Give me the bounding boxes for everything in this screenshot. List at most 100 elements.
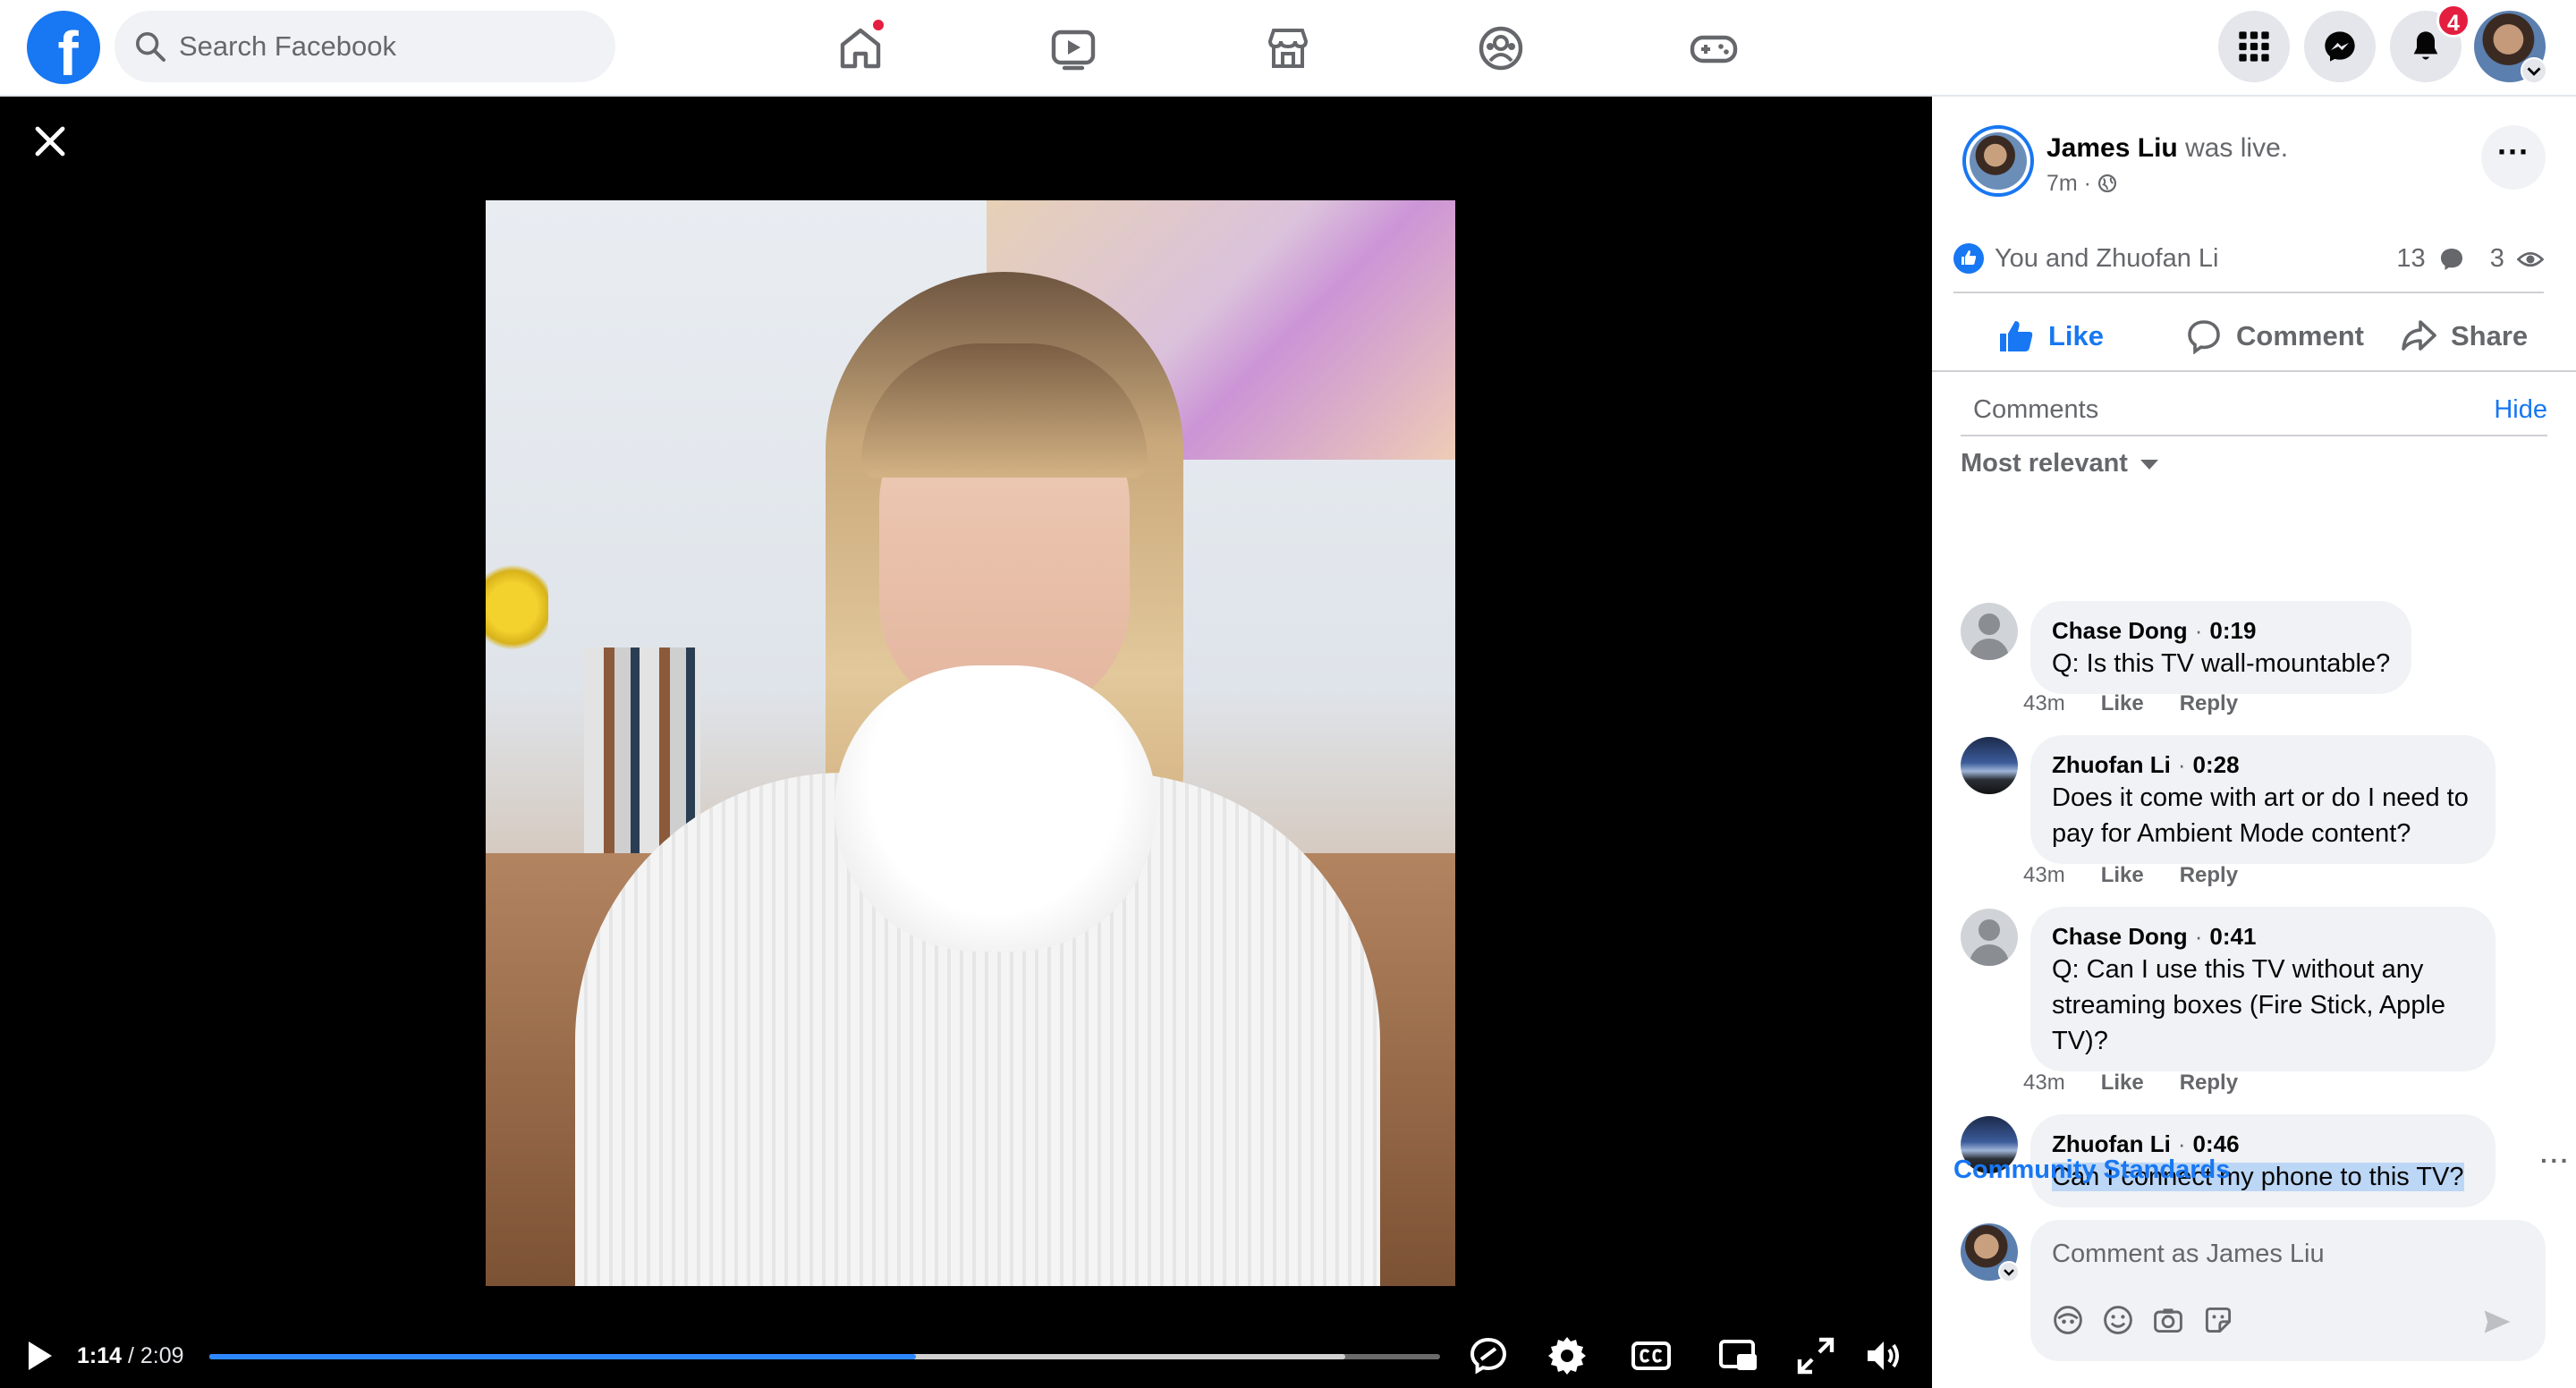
- groups-nav-button[interactable]: [1474, 21, 1528, 75]
- fullscreen-icon: [1797, 1337, 1835, 1375]
- notification-badge: 4: [2436, 4, 2470, 38]
- thumbs-up-icon: [2000, 321, 2033, 351]
- hide-comments-link[interactable]: Hide: [2494, 392, 2547, 427]
- share-icon: [2402, 320, 2436, 351]
- divider: [1932, 370, 2576, 372]
- volume-icon: [1868, 1341, 1899, 1370]
- view-count: 3: [2489, 244, 2504, 273]
- comment-text: Q: Can I use this TV without any streami…: [2052, 955, 2446, 1055]
- watch-icon: [1051, 30, 1096, 71]
- volume-button[interactable]: [1862, 1334, 1905, 1377]
- author-name[interactable]: James Liu: [2046, 133, 2178, 163]
- comment-like-link[interactable]: Like: [2101, 863, 2144, 887]
- comment-bubble: Chase Dong · 0:19 Q: Is this TV wall-mount…: [2030, 601, 2412, 694]
- chevron-down-icon: [2521, 57, 2547, 84]
- groups-icon: [1479, 26, 1523, 71]
- search-placeholder: Search Facebook: [179, 30, 396, 62]
- bell-icon: [2413, 31, 2438, 60]
- sticker-icon[interactable]: [2202, 1304, 2234, 1336]
- comment-like-link[interactable]: Like: [2101, 1071, 2144, 1095]
- live-chat-button[interactable]: [1467, 1334, 1510, 1377]
- comments-list[interactable]: Chase Dong · 0:19 Q: Is this TV wall-mount…: [1932, 488, 2576, 1240]
- comment-sort-dropdown[interactable]: Most relevant: [1961, 445, 2158, 481]
- commenter-avatar[interactable]: [1961, 603, 2018, 660]
- play-icon[interactable]: [25, 1340, 54, 1372]
- commenter-name[interactable]: Chase Dong: [2052, 617, 2188, 644]
- account-avatar-button[interactable]: [2474, 11, 2547, 84]
- comment-options-button[interactable]: ···: [2540, 1147, 2571, 1175]
- current-time: 1:14: [77, 1343, 123, 1368]
- comment-text: Does it come with art or do I need to pa…: [2052, 783, 2469, 848]
- composer-avatar[interactable]: [1961, 1223, 2020, 1282]
- fullscreen-button[interactable]: [1794, 1334, 1837, 1377]
- comment-bubble: Zhuofan Li · 0:28 Does it come with art or…: [2030, 735, 2496, 864]
- author-avatar[interactable]: [1962, 125, 2034, 197]
- video-timestamp[interactable]: 0:28: [2193, 751, 2240, 778]
- search-bar[interactable]: Search Facebook: [114, 11, 615, 82]
- comment-reply-link[interactable]: Reply: [2180, 1071, 2238, 1095]
- comment-age[interactable]: 43m: [2023, 1071, 2065, 1095]
- comment-input[interactable]: Comment as James Liu: [2052, 1236, 2325, 1272]
- picture-in-picture-icon: [1719, 1340, 1757, 1370]
- avatar-sticker-icon[interactable]: [2052, 1304, 2084, 1336]
- like-reaction-icon: [1953, 243, 1984, 274]
- comment-composer[interactable]: Comment as James Liu: [2030, 1220, 2546, 1361]
- captions-button[interactable]: [1630, 1334, 1673, 1377]
- commenter-avatar[interactable]: [1961, 737, 2018, 794]
- commenter-name[interactable]: Zhuofan Li: [2052, 751, 2171, 778]
- messenger-button[interactable]: [2304, 11, 2376, 82]
- engagement-counts: 13 3: [2396, 236, 2544, 281]
- reactions-summary[interactable]: You and Zhuofan Li: [1995, 236, 2218, 281]
- caret-down-icon: [2140, 459, 2158, 470]
- gaming-icon: [1690, 35, 1738, 63]
- close-icon[interactable]: [32, 123, 68, 159]
- video-player[interactable]: 1:14 / 2:09: [0, 97, 1932, 1388]
- post-side-panel: James Liu was live. 7m · ··· You and Zhu…: [1932, 97, 2576, 1388]
- home-notification-dot: [871, 18, 886, 32]
- comment-age[interactable]: 43m: [2023, 863, 2065, 887]
- settings-button[interactable]: [1546, 1334, 1589, 1377]
- video-frame[interactable]: [486, 200, 1455, 1286]
- divider: [1961, 435, 2547, 436]
- search-icon: [136, 32, 165, 62]
- facebook-logo[interactable]: f: [27, 11, 100, 84]
- commenter-name[interactable]: Chase Dong: [2052, 923, 2188, 950]
- menu-button[interactable]: [2218, 11, 2290, 82]
- chevron-down-icon: [1998, 1261, 2020, 1282]
- comment-like-link[interactable]: Like: [2101, 691, 2144, 715]
- post-time[interactable]: 7m: [2046, 171, 2078, 196]
- comment-icon: [2188, 320, 2220, 354]
- marketplace-nav-button[interactable]: [1261, 21, 1315, 75]
- comments-heading: Comments: [1973, 395, 2099, 424]
- comment-count-icon: [2440, 249, 2462, 271]
- post-actions: Like Comment Share: [1953, 293, 2544, 379]
- post-meta: 7m ·: [2046, 168, 2117, 199]
- comment-age[interactable]: 43m: [2023, 691, 2065, 715]
- eye-icon: [2517, 252, 2544, 267]
- time-separator: /: [122, 1343, 140, 1368]
- progress-bar[interactable]: [209, 1354, 1440, 1359]
- comment-reply-link[interactable]: Reply: [2180, 863, 2238, 887]
- notifications-button[interactable]: 4: [2390, 4, 2470, 82]
- comment-reply-link[interactable]: Reply: [2180, 691, 2238, 715]
- gaming-nav-button[interactable]: [1687, 21, 1741, 75]
- comment-bubble-icon: [1470, 1337, 1507, 1375]
- comment-meta: 43m Like Reply: [2023, 862, 2274, 889]
- post-options-button[interactable]: ···: [2481, 125, 2546, 190]
- send-icon[interactable]: [2481, 1306, 2513, 1338]
- camera-icon[interactable]: [2152, 1304, 2184, 1336]
- watch-nav-button[interactable]: [1046, 21, 1100, 75]
- pip-button[interactable]: [1717, 1334, 1760, 1377]
- comment-count[interactable]: 13: [2396, 244, 2425, 273]
- background-flowers: [486, 558, 548, 656]
- globe-icon: [2097, 174, 2116, 193]
- top-navigation-bar: f Search Facebook 4: [0, 0, 2576, 97]
- sort-label: Most relevant: [1961, 449, 2128, 478]
- menu-grid-icon: [2239, 31, 2269, 62]
- community-standards-link[interactable]: Community Standards: [1953, 1152, 2230, 1188]
- video-timestamp[interactable]: 0:19: [2209, 617, 2256, 644]
- home-nav-button[interactable]: [834, 18, 887, 75]
- emoji-icon[interactable]: [2102, 1304, 2134, 1336]
- commenter-avatar[interactable]: [1961, 909, 2018, 966]
- video-timestamp[interactable]: 0:41: [2209, 923, 2256, 950]
